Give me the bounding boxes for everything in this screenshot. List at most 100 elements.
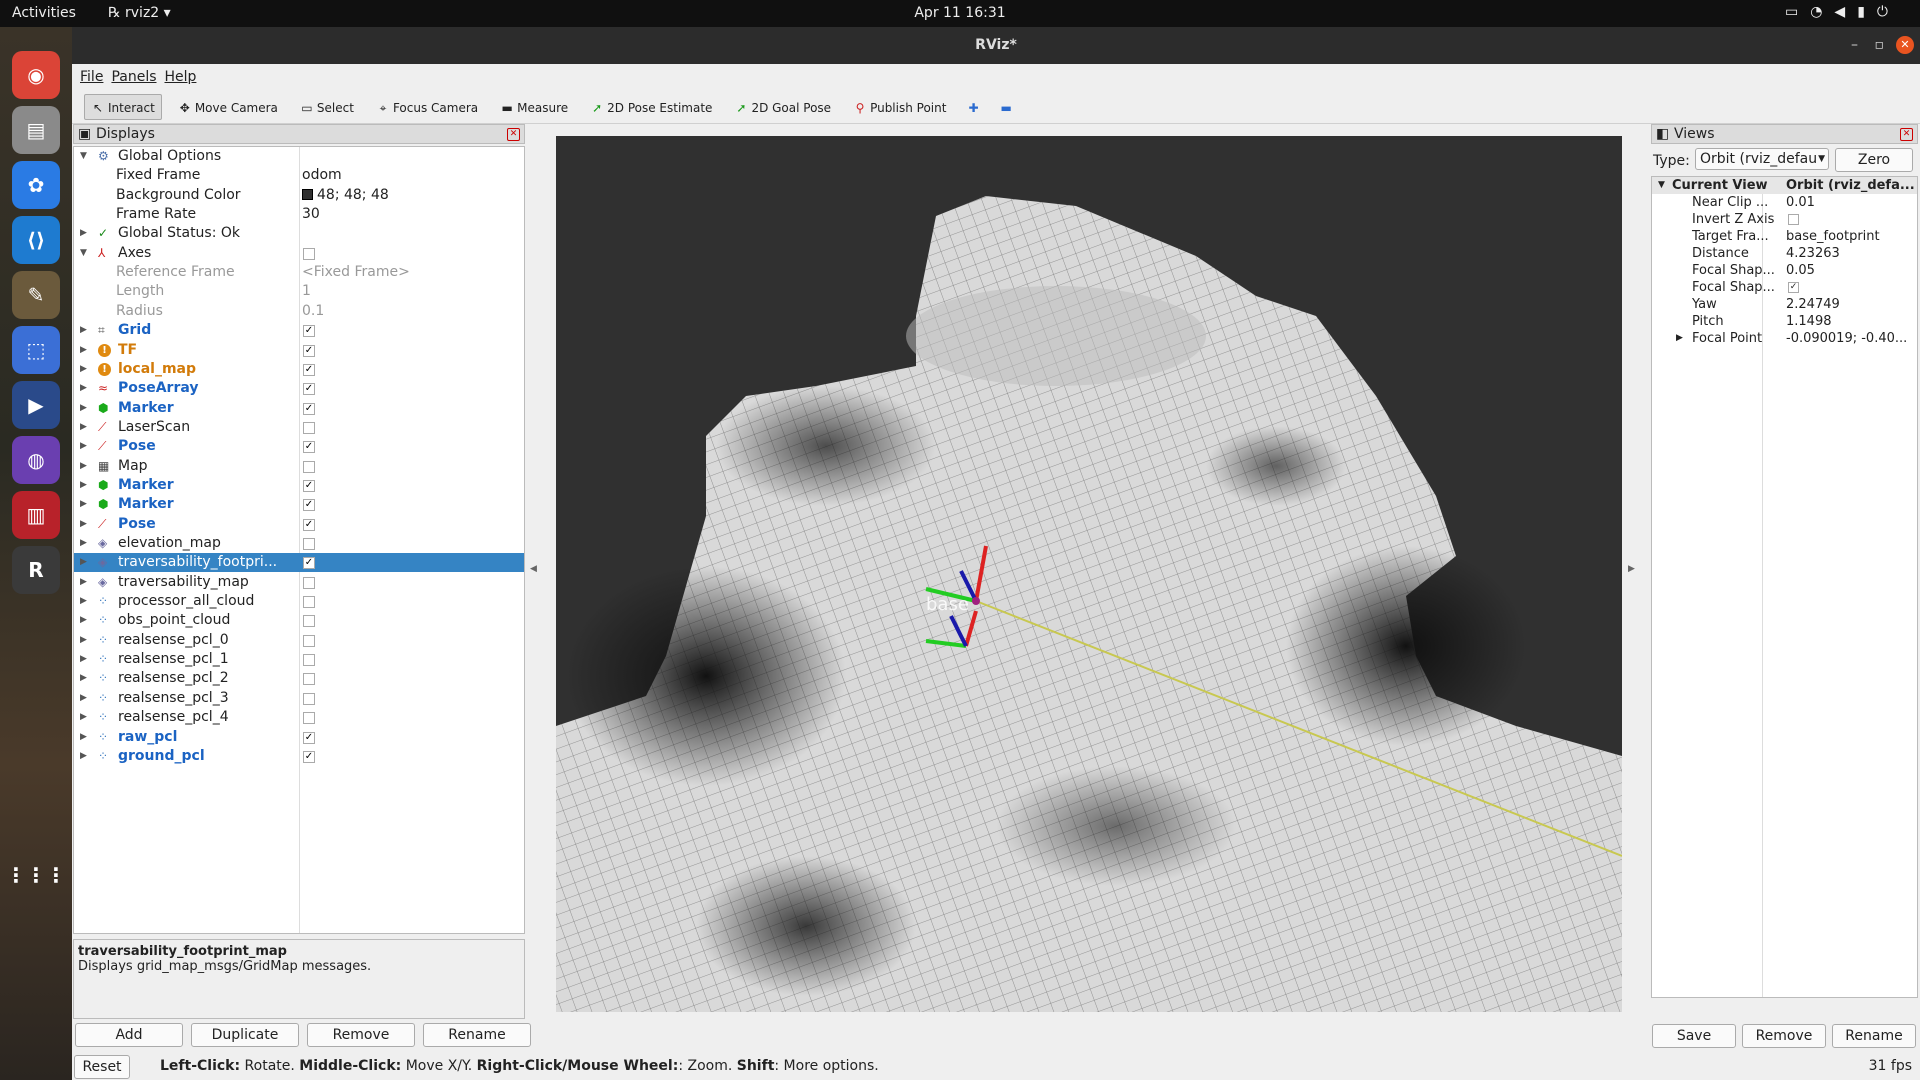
enabled-checkbox[interactable]: ✓	[303, 325, 315, 338]
tool-select[interactable]: ▭ Select	[294, 95, 360, 121]
add-display-button[interactable]: Add	[75, 1023, 183, 1047]
display-row[interactable]: ▶! local_map ✓	[74, 360, 524, 379]
display-row[interactable]: ▶ ⟋ LaserScan	[74, 418, 524, 437]
display-row[interactable]: ▶ ⌗ Grid ✓	[74, 321, 524, 340]
display-row[interactable]: ▼ ⅄ Axes	[74, 244, 524, 263]
enabled-checkbox[interactable]: ✓	[303, 441, 315, 454]
view-property-checkbox[interactable]	[1788, 214, 1799, 225]
minimize-icon[interactable]: –	[1851, 27, 1858, 64]
display-row[interactable]: ▼ ⚙ Global Options	[74, 147, 524, 166]
baidu-netdisk-icon[interactable]: ✿	[12, 161, 60, 209]
panel-splitter-left[interactable]: ◀	[528, 124, 540, 1014]
rename-view-button[interactable]: Rename	[1832, 1024, 1916, 1048]
chevron-right-icon[interactable]: ▶	[80, 592, 87, 611]
menu-panels[interactable]: Panels	[111, 69, 156, 85]
view-property-row[interactable]: Near Clip ... 0.01	[1652, 194, 1917, 211]
reset-button[interactable]: Reset	[74, 1055, 130, 1079]
chevron-right-icon[interactable]: ▶	[80, 360, 87, 379]
rename-display-button[interactable]: Rename	[423, 1023, 531, 1047]
property-value[interactable]: 30	[302, 205, 320, 224]
collapse-right-icon[interactable]: ▶	[1628, 564, 1635, 574]
view-property-row[interactable]: Invert Z Axis	[1652, 211, 1917, 228]
display-row[interactable]: ▶ ⁘ obs_point_cloud	[74, 611, 524, 630]
close-icon[interactable]: ✕	[1896, 36, 1914, 54]
enabled-checkbox[interactable]	[303, 634, 315, 647]
display-row[interactable]: ▶ ⬢ Marker ✓	[74, 399, 524, 418]
screenshot-icon[interactable]: ⬚	[12, 326, 60, 374]
displays-tree[interactable]: ▼ ⚙ Global Options Fixed Frame odom Backgroun…	[73, 146, 525, 934]
chevron-right-icon[interactable]: ▶	[80, 728, 87, 747]
chevron-right-icon[interactable]: ▶	[80, 224, 87, 243]
enabled-checkbox[interactable]: ✓	[303, 402, 315, 415]
display-row[interactable]: ▶ ⬢ Marker ✓	[74, 495, 524, 514]
chevron-right-icon[interactable]: ▶	[80, 379, 87, 398]
enabled-checkbox[interactable]: ✓	[303, 750, 315, 763]
view-property-row[interactable]: Distance 4.23263	[1652, 245, 1917, 262]
chevron-right-icon[interactable]: ▶	[80, 437, 87, 456]
remove-display-button[interactable]: Remove	[307, 1023, 415, 1047]
enabled-checkbox[interactable]: ✓	[303, 479, 315, 492]
display-row[interactable]: ▶ ⟋ Pose ✓	[74, 515, 524, 534]
property-value[interactable]: <Fixed Frame>	[302, 263, 410, 282]
display-row[interactable]: ▶ ⁘ realsense_pcl_3	[74, 689, 524, 708]
save-view-button[interactable]: Save	[1652, 1024, 1736, 1048]
gimp-icon[interactable]: ✎	[12, 271, 60, 319]
chevron-right-icon[interactable]: ▶	[80, 553, 87, 572]
chevron-down-icon[interactable]: ▼	[80, 244, 87, 263]
tool-move-camera[interactable]: ✥ Move Camera	[172, 95, 284, 121]
chevron-right-icon[interactable]: ▶	[80, 418, 87, 437]
property-row[interactable]: Background Color 48; 48; 48	[74, 186, 524, 205]
chevron-right-icon[interactable]: ▶	[80, 689, 87, 708]
collapse-left-icon[interactable]: ◀	[530, 564, 537, 574]
chevron-down-icon[interactable]: ▼	[1658, 177, 1665, 194]
media-player-icon[interactable]: ▶	[12, 381, 60, 429]
display-row[interactable]: ▶ ⁘ realsense_pcl_4	[74, 708, 524, 727]
tool-2d-pose-estimate[interactable]: ➚ 2D Pose Estimate	[584, 95, 718, 121]
view-property-value[interactable]: 0.05	[1786, 262, 1815, 279]
view-property-row[interactable]: Focal Shap... ✓	[1652, 279, 1917, 296]
close-panel-icon[interactable]: ✕	[507, 128, 520, 141]
display-row[interactable]: ▶ ⬢ Marker ✓	[74, 476, 524, 495]
chevron-right-icon[interactable]: ▶	[80, 573, 87, 592]
chevron-right-icon[interactable]: ▶	[80, 611, 87, 630]
current-view-row[interactable]: ▼ Current View Orbit (rviz_defa...	[1652, 177, 1917, 194]
enabled-checkbox[interactable]: ✓	[303, 383, 315, 396]
display-row[interactable]: ▶ ⁘ realsense_pcl_0	[74, 631, 524, 650]
rviz-icon[interactable]: R	[12, 546, 60, 594]
property-value[interactable]: 1	[302, 282, 311, 301]
enabled-checkbox[interactable]	[303, 576, 315, 589]
chevron-right-icon[interactable]: ▶	[80, 534, 87, 553]
enabled-checkbox[interactable]: ✓	[303, 344, 315, 357]
chevron-right-icon[interactable]: ▶	[80, 650, 87, 669]
system-tray[interactable]: ▭◔◀▮⏻	[1785, 4, 1900, 20]
display-row[interactable]: ▶ ◈ elevation_map	[74, 534, 524, 553]
duplicate-display-button[interactable]: Duplicate	[191, 1023, 299, 1047]
enabled-checkbox[interactable]	[303, 692, 315, 705]
display-row[interactable]: ▶ ≈ PoseArray ✓	[74, 379, 524, 398]
chevron-right-icon[interactable]: ▶	[80, 495, 87, 514]
property-row[interactable]: Fixed Frame odom	[74, 166, 524, 185]
enabled-checkbox[interactable]	[303, 615, 315, 628]
chevron-down-icon[interactable]: ▼	[80, 147, 87, 166]
enabled-checkbox[interactable]: ✓	[303, 518, 315, 531]
view-property-row[interactable]: Target Fra... base_footprint	[1652, 228, 1917, 245]
chevron-right-icon[interactable]: ▶	[80, 476, 87, 495]
display-row[interactable]: ▶ ⟋ Pose ✓	[74, 437, 524, 456]
tool-focus-camera[interactable]: ⌖ Focus Camera	[370, 95, 484, 121]
app-grid-icon[interactable]: ⋮⋮⋮	[6, 851, 66, 899]
enabled-checkbox[interactable]	[303, 654, 315, 667]
display-row[interactable]: ▶ ▦ Map	[74, 457, 524, 476]
chevron-right-icon[interactable]: ▶	[80, 341, 87, 360]
property-value[interactable]: odom	[302, 166, 342, 185]
remove-tool-icon[interactable]: ▬	[995, 95, 1018, 121]
maximize-icon[interactable]: ▫	[1875, 27, 1885, 64]
view-property-value[interactable]: 4.23263	[1786, 245, 1840, 262]
files-icon[interactable]: ▤	[12, 106, 60, 154]
enabled-checkbox[interactable]: ✓	[303, 731, 315, 744]
zero-button[interactable]: Zero	[1835, 148, 1913, 172]
menu-file[interactable]: File	[80, 69, 103, 85]
color-swatch[interactable]	[302, 188, 313, 200]
display-row[interactable]: ▶ ⁘ raw_pcl ✓	[74, 728, 524, 747]
window-titlebar[interactable]: RViz* – ▫ ✕	[72, 27, 1920, 64]
view-property-row[interactable]: ▶ Focal Point -0.090019; -0.40...	[1652, 330, 1917, 347]
